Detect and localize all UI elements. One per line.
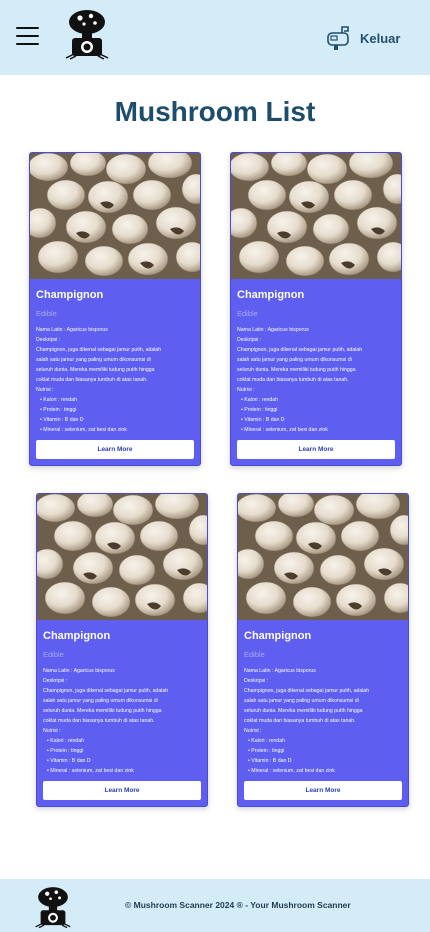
nutrition-item: Vitamin : B dan D — [241, 415, 397, 425]
mushroom-image — [37, 494, 207, 620]
hamburger-menu-icon[interactable] — [16, 27, 39, 45]
nutrition-item: Mineral : selenium, zat besi dan zink — [40, 425, 196, 435]
nutrition-item: Kalori : rendah — [40, 395, 196, 405]
latin-name: Nama Latin : Agaricus bisporus — [244, 668, 316, 674]
desc-line: salah satu jamur yang paling umum dikons… — [244, 698, 359, 704]
mushroom-card: Champignon Edible Nama Latin : Agaricus … — [36, 493, 208, 807]
card-description: Nama Latin : Agaricus bisporus Deskripsi… — [244, 666, 404, 776]
desc-line: seluruh dunia. Mereka memiliki tudung pu… — [244, 708, 363, 714]
nutrition-label: Nutrisi : — [244, 728, 262, 734]
footer: © Mushroom Scanner 2024 ® - Your Mushroo… — [0, 879, 430, 932]
learn-more-button[interactable]: Learn More — [36, 440, 194, 459]
nutrition-item: Protein : tinggi — [47, 746, 203, 756]
desc-line: salah satu jamur yang paling umum dikons… — [237, 357, 352, 363]
nutrition-label: Nutrisi : — [36, 387, 54, 393]
learn-more-button[interactable]: Learn More — [237, 440, 395, 459]
latin-name: Nama Latin : Agaricus bisporus — [43, 668, 115, 674]
desc-line: coklat muda dan biasanya tumbuh di atas … — [244, 718, 356, 724]
desc-line: seluruh dunia. Mereka memiliki tudung pu… — [43, 708, 162, 714]
nutrition-item: Kalori : rendah — [47, 736, 203, 746]
nutrition-item: Mineral : selenium, zat besi dan zink — [241, 425, 397, 435]
nutrition-item: Vitamin : B dan D — [248, 756, 404, 766]
desc-label: Deskripsi : — [43, 678, 68, 684]
desc-line: coklat muda dan biasanya tumbuh di atas … — [36, 377, 148, 383]
mailbox-icon — [327, 26, 349, 50]
desc-line: Champignon, juga dikenal sebagai jamur p… — [237, 347, 363, 353]
card-title: Champignon — [43, 630, 111, 642]
desc-line: seluruh dunia. Mereka memiliki tudung pu… — [36, 367, 155, 373]
logout-button[interactable]: Keluar — [326, 24, 400, 52]
card-description: Nama Latin : Agaricus bisporus Deskripsi… — [237, 325, 397, 435]
card-title: Champignon — [36, 289, 104, 301]
card-status: Edible — [36, 309, 57, 318]
logout-label: Keluar — [360, 30, 401, 46]
mushroom-image — [30, 153, 200, 279]
nutrition-label: Nutrisi : — [237, 387, 255, 393]
latin-name: Nama Latin : Agaricus bisporus — [36, 327, 108, 333]
nutrition-list: Kalori : rendah Protein : tinggi Vitamin… — [47, 736, 203, 776]
card-title: Champignon — [244, 630, 312, 642]
mushroom-card: Champignon Edible Nama Latin : Agaricus … — [237, 493, 409, 807]
card-description: Nama Latin : Agaricus bisporus Deskripsi… — [36, 325, 196, 435]
desc-line: salah satu jamur yang paling umum dikons… — [36, 357, 151, 363]
latin-name: Nama Latin : Agaricus bisporus — [237, 327, 309, 333]
nutrition-item: Mineral : selenium, zat besi dan zink — [47, 766, 203, 776]
page-title: Mushroom List — [114, 96, 316, 127]
nutrition-item: Kalori : rendah — [241, 395, 397, 405]
nutrition-list: Kalori : rendah Protein : tinggi Vitamin… — [248, 736, 404, 776]
card-status: Edible — [237, 309, 258, 318]
desc-line: salah satu jamur yang paling umum dikons… — [43, 698, 158, 704]
desc-line: Champignon, juga dikenal sebagai jamur p… — [244, 688, 370, 694]
nutrition-list: Kalori : rendah Protein : tinggi Vitamin… — [40, 395, 196, 435]
nutrition-label: Nutrisi : — [43, 728, 61, 734]
desc-line: Champignon, juga dikenal sebagai jamur p… — [43, 688, 169, 694]
mushroom-image — [238, 494, 408, 620]
desc-label: Deskripsi : — [244, 678, 269, 684]
desc-label: Deskripsi : — [237, 337, 262, 343]
desc-line: Champignon, juga dikenal sebagai jamur p… — [36, 347, 162, 353]
card-status: Edible — [244, 650, 265, 659]
mushroom-camera-logo[interactable] — [64, 8, 110, 60]
mushroom-camera-logo — [34, 885, 72, 929]
nutrition-item: Protein : tinggi — [40, 405, 196, 415]
copyright-text: © Mushroom Scanner 2024 ® - Your Mushroo… — [125, 900, 351, 910]
nutrition-item: Mineral : selenium, zat besi dan zink — [248, 766, 404, 776]
nutrition-list: Kalori : rendah Protein : tinggi Vitamin… — [241, 395, 397, 435]
learn-more-button[interactable]: Learn More — [244, 781, 402, 800]
mushroom-card: Champignon Edible Nama Latin : Agaricus … — [29, 152, 201, 466]
card-status: Edible — [43, 650, 64, 659]
nutrition-item: Kalori : rendah — [248, 736, 404, 746]
nutrition-item: Protein : tinggi — [241, 405, 397, 415]
mushroom-card: Champignon Edible Nama Latin : Agaricus … — [230, 152, 402, 466]
nutrition-item: Protein : tinggi — [248, 746, 404, 756]
desc-line: coklat muda dan biasanya tumbuh di atas … — [43, 718, 155, 724]
card-title: Champignon — [237, 289, 305, 301]
nutrition-item: Vitamin : B dan D — [47, 756, 203, 766]
desc-line: seluruh dunia. Mereka memiliki tudung pu… — [237, 367, 356, 373]
top-header: Keluar — [0, 0, 430, 75]
desc-line: coklat muda dan biasanya tumbuh di atas … — [237, 377, 349, 383]
nutrition-item: Vitamin : B dan D — [40, 415, 196, 425]
learn-more-button[interactable]: Learn More — [43, 781, 201, 800]
mushroom-image — [231, 153, 401, 279]
desc-label: Deskripsi : — [36, 337, 61, 343]
card-description: Nama Latin : Agaricus bisporus Deskripsi… — [43, 666, 203, 776]
